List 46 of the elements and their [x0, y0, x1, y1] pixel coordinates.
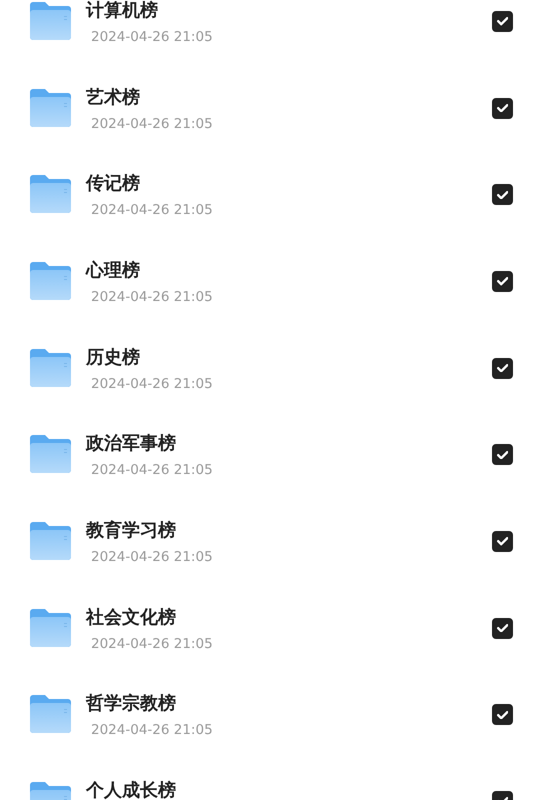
folder-name: 社会文化榜	[86, 606, 176, 629]
modified-date: 2024-04-26 21:05	[91, 634, 213, 653]
checkmark-icon	[496, 710, 508, 719]
checkbox[interactable]	[492, 270, 513, 292]
checkmark-icon	[496, 104, 508, 112]
checkbox[interactable]	[492, 618, 513, 639]
folder-name: 哲学宗教榜	[86, 693, 176, 716]
folder-name: 心理榜	[86, 260, 140, 282]
modified-date: 2024-04-26 21:05	[91, 548, 213, 566]
checkbox[interactable]	[492, 704, 513, 726]
folder-name: 政治军事榜	[86, 433, 176, 456]
checkbox[interactable]	[492, 184, 513, 206]
checkbox[interactable]	[492, 530, 513, 552]
folder-icon	[28, 434, 72, 474]
checkmark-icon	[496, 190, 508, 199]
folder-name: 计算机榜	[86, 0, 158, 22]
modified-date: 2024-04-26 21:05	[91, 114, 213, 133]
checkmark-icon	[496, 277, 508, 286]
checkbox[interactable]	[492, 358, 513, 379]
folder-name: 艺术榜	[86, 86, 140, 109]
folder-name: 教育学习榜	[86, 520, 176, 542]
folder-name: 传记榜	[86, 173, 140, 196]
checkbox[interactable]	[492, 98, 513, 119]
checkmark-icon	[496, 450, 508, 459]
checkmark-icon	[496, 624, 508, 632]
folder-icon	[28, 694, 72, 734]
folder-icon	[28, 1, 72, 41]
folder-name: 历史榜	[86, 346, 140, 369]
checkbox[interactable]	[492, 444, 513, 466]
modified-date: 2024-04-26 21:05	[91, 374, 213, 393]
modified-date: 2024-04-26 21:05	[91, 288, 213, 306]
folder-icon	[28, 88, 72, 128]
checkmark-icon	[496, 537, 508, 546]
folder-icon	[28, 174, 72, 214]
folder-icon	[28, 348, 72, 388]
folder-icon	[28, 520, 72, 561]
folder-icon	[28, 608, 72, 648]
folder-name: 个人成长榜	[86, 780, 176, 800]
folder-icon	[28, 260, 72, 301]
modified-date: 2024-04-26 21:05	[91, 201, 213, 220]
checkbox[interactable]	[492, 11, 513, 32]
checkmark-icon	[496, 17, 508, 26]
modified-date: 2024-04-26 21:05	[91, 28, 213, 46]
modified-date: 2024-04-26 21:05	[91, 721, 213, 740]
checkmark-icon	[496, 364, 508, 372]
modified-date: 2024-04-26 21:05	[91, 461, 213, 480]
